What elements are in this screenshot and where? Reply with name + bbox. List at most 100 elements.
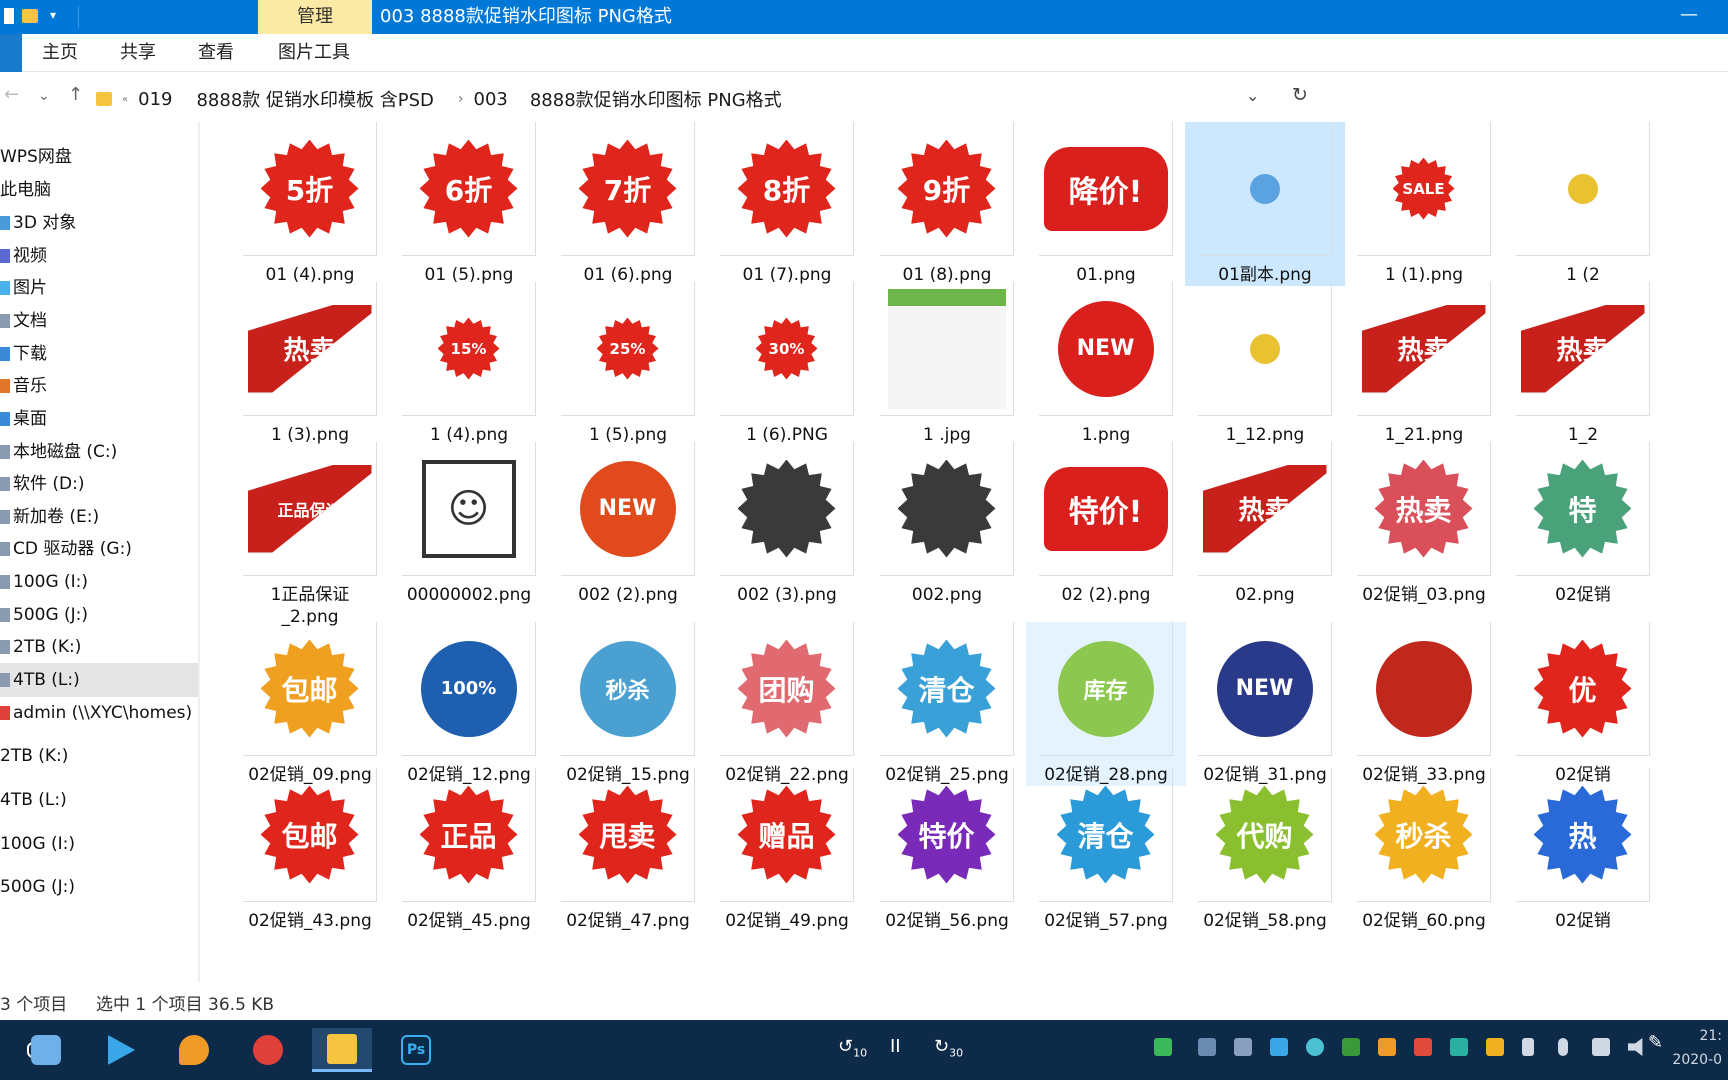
tab-share[interactable]: 共享 [120,34,156,72]
sidebar-item[interactable]: CD 驱动器 (G:) [0,532,198,566]
breadcrumb-item[interactable]: 8888款促销水印图标 PNG格式 [530,86,782,112]
clock[interactable]: 21: 2020-0 [1672,1024,1722,1072]
tray-app-icon[interactable] [1378,1038,1396,1056]
back-icon[interactable]: ← [4,84,19,105]
sidebar-item[interactable]: 音乐 [0,369,198,403]
file-item[interactable]: 100% 02促销_12.png [389,622,549,786]
file-item[interactable]: 15% 1 (4).png [389,282,549,446]
sidebar-item[interactable]: 下载 [0,337,198,371]
breadcrumb-item[interactable]: 003 [474,89,508,110]
file-item[interactable]: 002 (3).png [707,442,867,606]
pause-button[interactable]: II [890,1036,901,1057]
sidebar-item[interactable]: 100G (I:) [0,565,198,599]
sidebar-item[interactable]: WPS网盘 [0,140,198,174]
video-player-icon[interactable] [90,1028,150,1072]
sidebar-item[interactable]: 500G (J:) [0,598,198,632]
properties-icon[interactable] [4,8,14,24]
shield-icon[interactable] [1486,1038,1504,1056]
file-item[interactable]: 团购 02促销_22.png [707,622,867,786]
microphone-icon[interactable] [1558,1038,1568,1056]
file-item[interactable]: 清仓 02促销_25.png [867,622,1027,786]
refresh-icon[interactable]: ↻ [1292,84,1308,106]
chevron-down-icon[interactable]: ⌄ [1246,86,1259,105]
file-item[interactable]: 优 02促销 [1503,622,1663,786]
sidebar-item[interactable]: 2TB (K:) [0,630,198,664]
fish-icon[interactable] [164,1028,224,1072]
tab-file[interactable] [0,34,22,72]
file-item[interactable]: 热卖 02.png [1185,442,1345,606]
file-explorer-icon[interactable] [312,1028,372,1072]
file-item[interactable]: 热卖 1_21.png [1344,282,1504,446]
tray-app-icon[interactable] [1342,1038,1360,1056]
new-folder-icon[interactable] [22,9,38,23]
sidebar-item[interactable]: 100G (I:) [0,827,198,861]
file-item[interactable]: 1 .jpg [867,282,1027,446]
sidebar-item[interactable]: 图片 [0,271,198,305]
tray-app-icon[interactable] [1234,1038,1252,1056]
tray-app-icon[interactable] [1414,1038,1432,1056]
file-item[interactable]: ☺ 00000002.png [389,442,549,606]
file-item[interactable]: 热卖 1_2 [1503,282,1663,446]
tray-app-icon[interactable] [1270,1038,1288,1056]
chevron-down-icon[interactable]: ▾ [50,8,56,22]
tab-manage[interactable]: 管理 [258,0,372,34]
file-item[interactable]: 02促销_33.png [1344,622,1504,786]
sidebar-scrollbar[interactable]: ︿ ﹀ [198,122,200,982]
file-item[interactable]: 特价 02促销_56.png [867,768,1027,932]
file-item[interactable]: 正品保证 1正品保证 _2.png [230,442,390,628]
file-item[interactable]: NEW 1.png [1026,282,1186,446]
sidebar-item[interactable]: 桌面 [0,402,198,436]
file-item[interactable]: 7折 01 (6).png [548,122,708,286]
file-item[interactable]: 1 (2 [1503,122,1663,286]
file-item[interactable]: 包邮 02促销_09.png [230,622,390,786]
sidebar-item[interactable]: 500G (J:) [0,870,198,904]
sidebar-item[interactable]: 文档 [0,304,198,338]
minimize-button[interactable]: — [1680,0,1698,34]
wps-tray-icon[interactable] [1154,1038,1172,1056]
tray-app-icon[interactable] [1198,1038,1216,1056]
file-item[interactable]: 正品 02促销_45.png [389,768,549,932]
file-item[interactable]: 秒杀 02促销_15.png [548,622,708,786]
photoshop-icon[interactable]: Ps [386,1028,446,1072]
file-item[interactable]: SALE 1 (1).png [1344,122,1504,286]
sidebar-item[interactable]: 视频 [0,239,198,273]
file-item[interactable]: 30% 1 (6).PNG [707,282,867,446]
tray-app-icon[interactable] [1450,1038,1468,1056]
file-item[interactable]: NEW 02促销_31.png [1185,622,1345,786]
sidebar-item[interactable]: 2TB (K:) [0,739,198,773]
sidebar-item[interactable]: 3D 对象 [0,206,198,240]
file-item[interactable]: 特价! 02 (2).png [1026,442,1186,606]
file-item[interactable]: 002.png [867,442,1027,606]
file-item[interactable]: 清仓 02促销_57.png [1026,768,1186,932]
file-item[interactable]: 甩卖 02促销_47.png [548,768,708,932]
breadcrumb-item[interactable]: 8888款 促销水印模板 含PSD [196,86,433,112]
file-item[interactable]: 特 02促销 [1503,442,1663,606]
qq-icon[interactable] [16,1028,76,1072]
file-item[interactable]: 8折 01 (7).png [707,122,867,286]
sidebar-item[interactable]: 4TB (L:) [0,783,198,817]
file-item[interactable]: 热卖 1 (3).png [230,282,390,446]
volume-icon[interactable] [1628,1038,1643,1056]
file-item[interactable]: 降价! 01.png [1026,122,1186,286]
tray-app-icon[interactable] [1306,1038,1324,1056]
file-item[interactable]: 9折 01 (8).png [867,122,1027,286]
file-item[interactable]: 包邮 02促销_43.png [230,768,390,932]
up-icon[interactable]: ↑ [68,84,83,105]
file-item[interactable]: 库存 02促销_28.png [1026,622,1186,786]
sidebar-item[interactable]: 本地磁盘 (C:) [0,435,198,469]
sidebar-item[interactable]: 此电脑 [0,173,198,207]
tab-view[interactable]: 查看 [198,34,234,72]
sidebar-item[interactable]: admin (\\XYC\homes) [0,696,198,730]
file-item[interactable]: 热 02促销 [1503,768,1663,932]
tab-picture-tools[interactable]: 图片工具 [278,34,350,72]
forward-button[interactable]: ↻30 [934,1036,963,1060]
rewind-button[interactable]: ↺10 [838,1036,867,1060]
file-item[interactable]: 25% 1 (5).png [548,282,708,446]
screen-recorder-icon[interactable] [238,1028,298,1072]
breadcrumb[interactable]: « 019 8888款 促销水印模板 含PSD › 003 8888款促销水印图… [96,82,796,116]
file-item[interactable]: 6折 01 (5).png [389,122,549,286]
file-item[interactable]: 01副本.png [1185,122,1345,286]
file-item[interactable]: 赠品 02促销_49.png [707,768,867,932]
sidebar-item[interactable]: 软件 (D:) [0,467,198,501]
file-item[interactable]: 1_12.png [1185,282,1345,446]
